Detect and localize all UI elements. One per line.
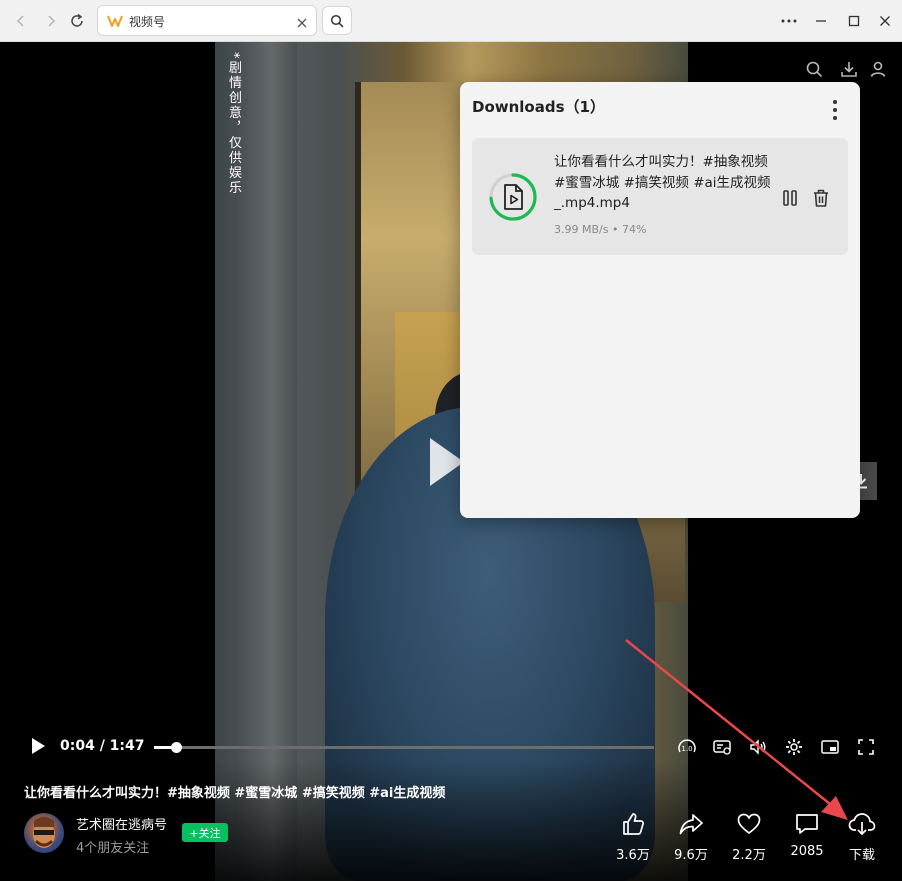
settings-gear-icon[interactable] (784, 737, 804, 757)
back-icon[interactable] (8, 8, 34, 34)
favorite-button[interactable]: 2.2万 (724, 810, 774, 863)
reload-icon[interactable] (64, 8, 90, 34)
tab-title: 视频号 (129, 15, 166, 29)
comment-button[interactable]: 2085 (782, 810, 832, 859)
heart-icon (724, 810, 774, 838)
download-status: 3.99 MB/s • 74% (554, 223, 647, 236)
like-button[interactable]: 3.6万 (608, 810, 658, 863)
time-display: 0:04 / 1:47 (60, 738, 145, 754)
downloads-more-icon[interactable] (832, 100, 838, 120)
more-icon[interactable] (778, 10, 800, 32)
search-icon (330, 14, 344, 28)
minimize-icon[interactable] (810, 10, 832, 32)
download-item[interactable]: 让你看看什么才叫实力！#抽象视频 #蜜雪冰城 #搞笑视频 #ai生成视频_.mp… (472, 138, 848, 255)
comment-icon (782, 810, 832, 838)
author-avatar[interactable] (24, 813, 64, 853)
progress-knob[interactable] (171, 742, 182, 753)
video-title[interactable]: 让你看看什么才叫实力！#抽象视频 #蜜雪冰城 #搞笑视频 #ai生成视频 (24, 782, 445, 801)
svg-text:1.0: 1.0 (681, 745, 692, 753)
center-play-icon[interactable] (430, 438, 464, 486)
download-button[interactable]: 下载 (837, 810, 887, 863)
tab-search-button[interactable] (322, 6, 352, 35)
download-tray-icon[interactable] (840, 60, 858, 82)
video-disclaimer: *剧情创意，仅供娱乐 (226, 52, 241, 196)
share-button[interactable]: 9.6万 (666, 810, 716, 863)
user-icon[interactable] (869, 60, 887, 82)
browser-tab[interactable]: 视频号 (97, 5, 317, 36)
share-icon (666, 810, 716, 838)
forward-icon[interactable] (38, 8, 64, 34)
cloud-download-icon (837, 810, 887, 838)
browser-titlebar: 视频号 (0, 0, 902, 42)
danmaku-icon[interactable] (712, 737, 732, 757)
playback-speed-icon[interactable]: 1.0 (677, 737, 697, 757)
player-controls: 0:04 / 1:47 1.0 (0, 734, 902, 760)
progress-bar[interactable] (154, 742, 654, 753)
play-icon[interactable] (32, 738, 45, 754)
volume-icon[interactable] (748, 737, 768, 757)
pause-icon[interactable] (780, 188, 800, 208)
channels-logo-icon (107, 13, 123, 32)
fullscreen-icon[interactable] (856, 737, 876, 757)
maximize-icon[interactable] (843, 10, 865, 32)
download-file-name: 让你看看什么才叫实力！#抽象视频 #蜜雪冰城 #搞笑视频 #ai生成视频_.mp… (554, 154, 771, 211)
follow-button[interactable]: +关注 (182, 823, 228, 842)
download-progress-ring (488, 172, 538, 222)
video-file-icon (504, 184, 523, 210)
downloads-panel: Downloads（1） 让你看看什么才叫实力！#抽象视频 #蜜雪冰城 #搞笑视… (460, 82, 860, 518)
trash-icon[interactable] (811, 187, 831, 209)
thumbs-up-icon (608, 810, 658, 838)
author-name[interactable]: 艺术圈在逃病号 (76, 814, 167, 833)
picture-in-picture-icon[interactable] (820, 737, 840, 757)
friends-following: 4个朋友关注 (76, 841, 150, 856)
downloads-title: Downloads（1） (472, 98, 605, 116)
tab-close-icon[interactable] (296, 14, 308, 33)
search-icon[interactable] (805, 60, 823, 82)
close-icon[interactable] (874, 10, 896, 32)
